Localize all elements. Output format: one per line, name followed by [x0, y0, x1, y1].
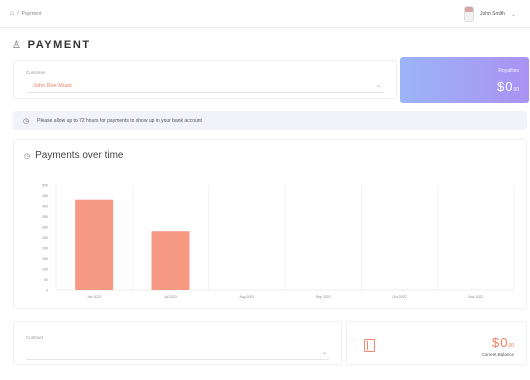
- y-tick-label: 0: [46, 289, 48, 293]
- y-tick-label: 400: [42, 205, 48, 209]
- balance-whole: 0: [500, 335, 508, 350]
- royalties-amount: $ 0 00: [497, 79, 519, 94]
- chevron-down-icon[interactable]: ⌄: [511, 11, 516, 18]
- payments-chart: 0 50 100 150 200 250 300 350 400 450 500 Jun 2022 Ju…: [42, 184, 515, 299]
- user-menu[interactable]: John Smith ⌄: [463, 6, 516, 22]
- breadcrumb: ⌂ / Payment: [10, 10, 41, 17]
- y-tick-label: 450: [42, 194, 48, 198]
- y-tick-label: 500: [42, 184, 48, 188]
- y-tick-label: 50: [44, 278, 48, 282]
- x-tick-label: Nov 2022: [468, 295, 483, 299]
- book-icon: [364, 339, 375, 352]
- balance-label: Current Balance: [481, 352, 514, 357]
- payment-notice: ◷ Please allow up to 72 hours for paymen…: [13, 111, 527, 130]
- bar: [151, 231, 190, 290]
- y-tick-label: 200: [42, 247, 48, 251]
- y-tick-label: 300: [42, 226, 48, 230]
- x-tick-label: Aug 2022: [239, 295, 254, 299]
- notice-text: Please allow up to 72 hours for payments…: [37, 117, 202, 124]
- clock-icon: ◷: [23, 117, 30, 125]
- y-tick-label: 150: [42, 257, 48, 261]
- y-tick-label: 250: [42, 236, 48, 240]
- royalties-currency: $: [496, 79, 505, 94]
- balance-card: $ 0 00 Current Balance: [346, 321, 527, 365]
- top-bar: ⌂ / Payment John Smith ⌄: [0, 0, 530, 28]
- breadcrumb-current: Payment: [21, 10, 42, 17]
- royalties-card: Royalties $ 0 00: [400, 57, 529, 103]
- bar: [75, 199, 114, 290]
- user-icon: ♙: [12, 39, 23, 51]
- avatar[interactable]: [463, 6, 474, 22]
- chevron-down-icon[interactable]: ⌄: [322, 349, 327, 356]
- balance-amount: $ 0 00: [492, 335, 514, 350]
- contract-underline: [26, 359, 329, 360]
- y-tick-label: 100: [42, 268, 48, 272]
- page-title-text: PAYMENT: [27, 39, 91, 51]
- contract-label: Contract: [26, 335, 44, 340]
- royalties-whole: 0: [505, 79, 513, 94]
- customer-underline: [26, 92, 384, 93]
- royalties-label: Royalties: [498, 68, 519, 74]
- contract-select[interactable]: Contract ⌄: [13, 321, 342, 365]
- x-tick-label: Jun 2022: [87, 295, 101, 299]
- balance-currency: $: [491, 335, 500, 350]
- y-tick-label: 350: [42, 215, 48, 219]
- customer-select[interactable]: Customer John Doe Music ⌄: [13, 60, 397, 99]
- payments-chart-card: ◷ Payments over time 0 50 100 150 200 250 300 3…: [13, 139, 527, 309]
- x-tick-label: Jul 2022: [164, 295, 177, 299]
- page-title: ♙ PAYMENT: [12, 39, 91, 51]
- customer-value[interactable]: John Doe Music: [33, 83, 72, 89]
- balance-cents: 00: [508, 343, 514, 349]
- x-tick-label: Sep 2022: [316, 295, 331, 299]
- breadcrumb-separator: /: [17, 10, 19, 17]
- x-tick-label: Oct 2022: [392, 295, 406, 299]
- user-name[interactable]: John Smith: [480, 11, 505, 17]
- chevron-down-icon[interactable]: ⌄: [376, 82, 381, 89]
- royalties-cents: 00: [513, 87, 519, 93]
- customer-label: Customer: [26, 70, 46, 75]
- home-icon[interactable]: ⌂: [10, 10, 14, 17]
